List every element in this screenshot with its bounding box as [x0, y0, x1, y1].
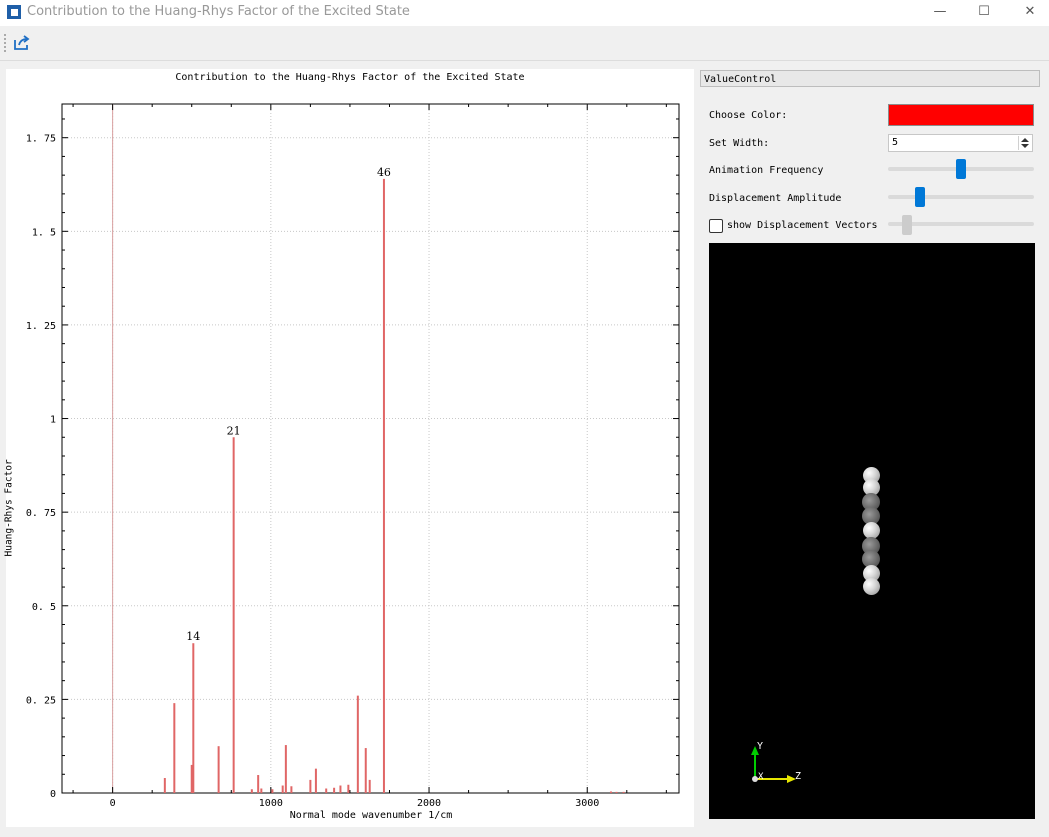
axis-z-label: Z — [795, 771, 801, 782]
choose-color-label: Choose Color: — [709, 110, 788, 121]
width-value: 5 — [892, 137, 899, 148]
bar-data-label: 14 — [186, 630, 200, 643]
spin-up-icon[interactable] — [1021, 138, 1029, 142]
y-tick-label: 0. 5 — [32, 602, 56, 613]
bar — [284, 745, 287, 793]
bar — [281, 785, 284, 793]
bar — [339, 785, 342, 793]
spin-down-icon[interactable] — [1021, 144, 1029, 148]
displacement-amplitude-label: Displacement Amplitude — [709, 193, 842, 204]
maximize-button[interactable]: ☐ — [961, 0, 1007, 26]
spin-arrows[interactable] — [1018, 136, 1031, 150]
y-tick-label: 1. 5 — [32, 227, 56, 238]
bar — [609, 791, 612, 793]
set-width-label: Set Width: — [709, 138, 770, 149]
show-vectors-label: show Displacement Vectors — [727, 220, 878, 231]
molecule-3d-viewport[interactable]: Y X Z — [709, 243, 1035, 819]
x-tick-label: 2000 — [417, 798, 441, 809]
width-spinbox[interactable]: 5 — [888, 134, 1033, 152]
bar — [356, 695, 359, 793]
app-icon — [7, 5, 21, 19]
value-control-header[interactable]: ValueControl — [700, 70, 1040, 87]
bar — [333, 787, 336, 793]
bar — [257, 775, 260, 793]
bar — [622, 791, 625, 793]
x-tick-label: 3000 — [575, 798, 599, 809]
bar — [347, 784, 350, 793]
chart-panel: Contribution to the Huang-Rhys Factor of… — [3, 69, 694, 827]
bar — [368, 779, 371, 793]
bar — [173, 703, 176, 793]
chart-y-axis-label: Huang-Rhys Factor — [3, 459, 15, 557]
close-button[interactable]: ✕ — [1007, 0, 1049, 26]
bar — [271, 789, 274, 793]
bar — [309, 779, 312, 793]
toolbar-grip[interactable] — [4, 34, 9, 52]
bar-data-label: 21 — [227, 424, 241, 437]
bar — [250, 789, 253, 793]
bar — [364, 748, 367, 793]
x-tick-label: 0 — [110, 798, 116, 809]
window-title-bar: Contribution to the Huang-Rhys Factor of… — [0, 0, 1049, 26]
bar — [314, 768, 317, 793]
window-title: Contribution to the Huang-Rhys Factor of… — [27, 4, 410, 19]
bar — [615, 791, 618, 793]
export-icon[interactable] — [12, 34, 32, 52]
bar — [260, 788, 263, 793]
minimize-button[interactable]: — — [917, 0, 963, 26]
animation-frequency-handle[interactable] — [956, 159, 966, 179]
bar — [192, 643, 195, 793]
axis-y-label: Y — [757, 741, 763, 752]
bar — [232, 437, 235, 793]
bar — [290, 786, 293, 793]
y-tick-label: 1 — [50, 415, 56, 426]
bar — [217, 746, 220, 793]
y-tick-label: 1. 25 — [26, 321, 56, 332]
displacement-amplitude-slider[interactable] — [888, 195, 1034, 199]
plot-frame — [61, 103, 680, 794]
bar — [325, 788, 328, 793]
bar — [163, 778, 166, 793]
animation-frequency-label: Animation Frequency — [709, 165, 824, 176]
bar — [382, 178, 385, 793]
show-vectors-checkbox[interactable] — [709, 219, 723, 233]
color-picker-button[interactable] — [888, 104, 1034, 126]
chart-x-axis-label: Normal mode wavenumber 1/cm — [289, 810, 453, 821]
axes-triad: Y X Z — [751, 741, 801, 783]
y-tick-label: 0. 75 — [26, 508, 56, 519]
chart-plot[interactable]: 0 1000 2000 3000 0 0. 25 0. 5 0. 75 1 1. 25 1. 5 1.… — [6, 69, 694, 827]
x-tick-label: 1000 — [259, 798, 283, 809]
displacement-amplitude-handle[interactable] — [915, 187, 926, 207]
y-tick-label: 1. 75 — [26, 134, 56, 145]
axis-x-label: X — [758, 772, 764, 782]
toolbar — [0, 28, 1049, 61]
y-tick-label: 0 — [50, 789, 56, 800]
y-tick-label: 0. 25 — [26, 695, 56, 706]
bar-data-label: 46 — [377, 166, 391, 179]
vector-scale-handle[interactable] — [901, 215, 912, 235]
